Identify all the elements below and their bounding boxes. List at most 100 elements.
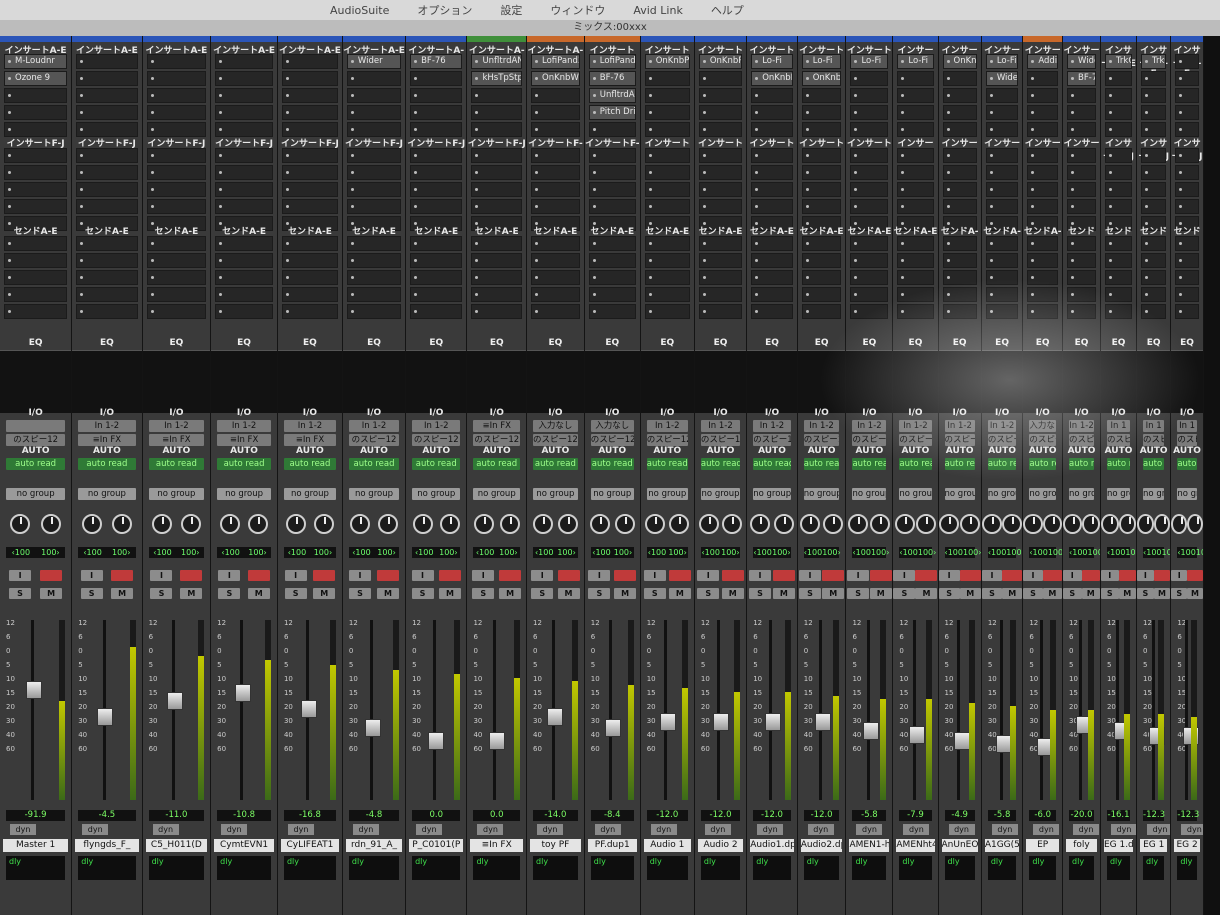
input-selector[interactable]: In 1-2 [78, 420, 136, 432]
eq-curve-display[interactable] [0, 350, 72, 413]
input-monitor-button[interactable]: I [284, 570, 307, 581]
insert-slot[interactable] [346, 105, 402, 120]
track-name[interactable]: flyngds_F_ [75, 839, 139, 852]
insert-slot[interactable] [588, 148, 636, 163]
insert-slot[interactable]: UnfltrdAN [588, 88, 636, 103]
insert-slot[interactable] [897, 148, 934, 163]
insert-slot[interactable] [410, 71, 463, 86]
insert-slot[interactable] [4, 165, 68, 180]
insert-slot[interactable] [146, 71, 207, 86]
group-selector[interactable]: no group [217, 488, 271, 500]
solo-button[interactable]: S [9, 588, 32, 599]
send-slot[interactable] [698, 270, 743, 285]
insert-slot[interactable]: BF-76 [410, 54, 463, 69]
send-slot[interactable] [698, 304, 743, 319]
volume-readout[interactable]: -12.0 [753, 810, 791, 821]
send-slot[interactable] [410, 287, 463, 302]
insert-slot[interactable]: Lo-Fi [850, 54, 889, 69]
send-slot[interactable] [644, 253, 690, 268]
insert-slot[interactable] [1175, 148, 1199, 163]
eq-curve-display[interactable] [747, 350, 797, 413]
eq-curve-display[interactable] [142, 350, 211, 413]
volume-fader[interactable] [234, 684, 251, 702]
insert-slot[interactable] [644, 165, 690, 180]
mute-button[interactable]: M [377, 588, 400, 599]
insert-slot[interactable] [1027, 165, 1059, 180]
send-slot[interactable] [76, 287, 138, 302]
group-selector[interactable]: no group [753, 488, 791, 500]
volume-readout[interactable]: -11.0 [148, 810, 205, 821]
insert-slot[interactable] [146, 105, 207, 120]
insert-slot[interactable] [1175, 105, 1199, 120]
insert-slot[interactable] [215, 88, 273, 103]
solo-button[interactable]: S [348, 588, 371, 599]
send-slot[interactable] [801, 287, 842, 302]
send-slot[interactable] [146, 253, 207, 268]
send-slot[interactable] [281, 236, 338, 251]
mute-button[interactable]: M [959, 588, 981, 599]
output-selector[interactable]: ≡In FX [148, 434, 205, 446]
automation-mode-selector[interactable]: auto read [148, 458, 205, 470]
volume-readout[interactable]: -12.0 [700, 810, 741, 821]
insert-slot[interactable] [850, 199, 889, 214]
menu-item[interactable]: ウィンドウ [550, 2, 605, 18]
input-monitor-button[interactable]: I [981, 570, 1003, 581]
dyn-button[interactable]: dyn [221, 824, 248, 835]
insert-slot[interactable] [1067, 148, 1096, 163]
volume-readout[interactable]: -12.0 [803, 810, 840, 821]
dyn-button[interactable]: dyn [757, 824, 784, 835]
send-slot[interactable] [215, 287, 273, 302]
insert-slot[interactable] [942, 71, 977, 86]
dyn-button[interactable]: dyn [416, 824, 443, 835]
insert-slot[interactable] [281, 122, 338, 137]
volume-readout[interactable]: -8.4 [590, 810, 634, 821]
insert-slot[interactable] [1067, 122, 1096, 137]
send-slot[interactable] [4, 236, 68, 251]
volume-fader[interactable] [365, 719, 382, 738]
send-slot[interactable] [1175, 287, 1199, 302]
dyn-button[interactable]: dyn [948, 824, 975, 835]
mute-button[interactable]: M [1153, 588, 1171, 599]
insert-slot[interactable] [76, 54, 138, 69]
automation-mode-selector[interactable]: auto read [803, 458, 840, 470]
insert-slot[interactable] [751, 105, 793, 120]
input-selector[interactable]: In 1-2 [283, 420, 336, 432]
output-selector[interactable]: のスピー12 [1069, 434, 1094, 446]
insert-slot[interactable] [644, 199, 690, 214]
volume-readout[interactable]: 0.0 [473, 810, 521, 821]
output-selector[interactable]: のスピー12 [1177, 434, 1197, 446]
insert-slot[interactable] [471, 148, 523, 163]
record-enable-button[interactable] [180, 570, 203, 581]
insert-slot[interactable] [146, 182, 207, 197]
input-selector[interactable]: In 1-2 [1069, 420, 1094, 432]
send-slot[interactable] [850, 304, 889, 319]
pan-knob-right[interactable] [1081, 514, 1100, 534]
pan-knob-left[interactable] [939, 514, 960, 534]
insert-slot[interactable] [588, 122, 636, 137]
send-slot[interactable] [644, 304, 690, 319]
record-enable-button[interactable] [439, 570, 461, 581]
send-slot[interactable] [751, 287, 793, 302]
send-slot[interactable] [1104, 287, 1133, 302]
pan-knob-left[interactable] [894, 514, 915, 534]
insert-slot[interactable] [801, 105, 842, 120]
insert-slot[interactable] [801, 122, 842, 137]
volume-readout[interactable]: -20.0 [1069, 810, 1094, 821]
dyn-button[interactable]: dyn [704, 824, 731, 835]
solo-button[interactable]: S [847, 588, 870, 599]
insert-slot[interactable] [1175, 122, 1199, 137]
insert-slot[interactable] [531, 182, 580, 197]
group-selector[interactable]: no group [987, 488, 1017, 500]
insert-slot[interactable] [850, 88, 889, 103]
input-selector[interactable]: 入力なし [1029, 420, 1057, 432]
group-selector[interactable]: no group [899, 488, 932, 500]
eq-curve-display[interactable] [277, 350, 342, 413]
insert-slot[interactable]: OnKnbPm [801, 71, 842, 86]
volume-readout[interactable]: -14.0 [533, 810, 578, 821]
insert-slot[interactable]: UnfltrdAN [471, 54, 523, 69]
volume-fader[interactable] [863, 722, 879, 741]
volume-fader[interactable] [604, 719, 621, 738]
group-selector[interactable]: no group [1029, 488, 1057, 500]
send-slot[interactable] [698, 287, 743, 302]
insert-slot[interactable]: BF-76 [588, 71, 636, 86]
